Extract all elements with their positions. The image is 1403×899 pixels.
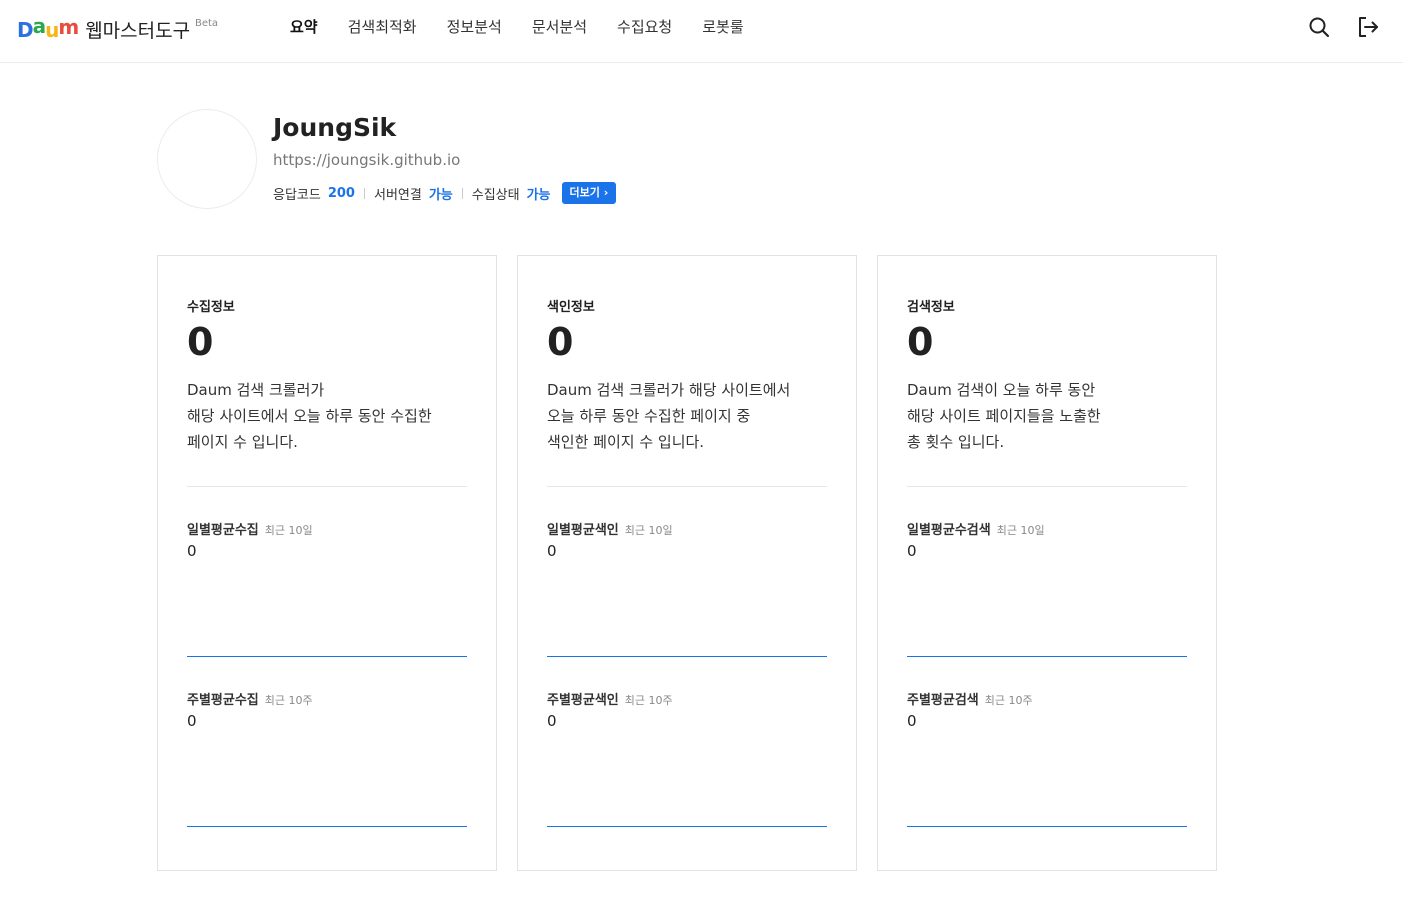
- weekly-average-value: 0: [547, 712, 557, 730]
- search-icon[interactable]: [1308, 16, 1330, 38]
- logo-text: 웹마스터도구: [85, 19, 191, 42]
- top-header: D a u m 웹마스터도구 Beta 요약 검색최적화 정보분석 문서분석 수…: [0, 0, 1403, 63]
- server-connection-label: 서버연결: [373, 187, 422, 203]
- weekly-average-chart-line: [907, 826, 1187, 827]
- weekly-average-chart-line: [547, 826, 827, 827]
- logo-letter-a: a: [32, 14, 46, 38]
- daily-average-title: 일별평균색인: [547, 523, 619, 538]
- daily-average-value: 0: [547, 542, 557, 560]
- status-divider: [461, 187, 463, 199]
- card-description: Daum 검색 크롤러가 해당 사이트에서 오늘 하루 동안 수집한 페이지 중…: [547, 381, 791, 451]
- weekly-average-label: 주별평균수집 최근 10주: [187, 689, 313, 708]
- collection-status-label: 수집상태: [471, 187, 520, 203]
- daily-average-value: 0: [907, 542, 917, 560]
- index-info-card: 색인정보 0 Daum 검색 크롤러가 해당 사이트에서 오늘 하루 동안 수집…: [517, 255, 857, 871]
- card-description: Daum 검색이 오늘 하루 동안 해당 사이트 페이지들을 노출한 총 횟수 …: [907, 381, 1101, 451]
- daily-average-label: 일별평균수집 최근 10일: [187, 519, 313, 538]
- card-count: 0: [547, 320, 574, 364]
- card-title: 검색정보: [907, 300, 955, 315]
- weekly-average-label: 주별평균검색 최근 10주: [907, 689, 1033, 708]
- response-code-value: 200: [327, 185, 355, 201]
- site-url[interactable]: https://joungsik.github.io: [273, 149, 460, 171]
- collection-status-value: 가능: [526, 187, 551, 203]
- logo-letter-m: m: [58, 15, 79, 39]
- logo-mark: D a u m: [17, 14, 79, 42]
- daily-average-period: 최근 10일: [996, 524, 1045, 537]
- main-nav: 요약 검색최적화 정보분석 문서분석 수집요청 로봇룰: [290, 17, 774, 37]
- nav-robot-rules[interactable]: 로봇룰: [702, 17, 743, 37]
- collection-info-card: 수집정보 0 Daum 검색 크롤러가 해당 사이트에서 오늘 하루 동안 수집…: [157, 255, 497, 871]
- daily-average-period: 최근 10일: [624, 524, 673, 537]
- weekly-average-chart-line: [187, 826, 467, 827]
- weekly-average-title: 주별평균색인: [547, 693, 619, 708]
- weekly-average-value: 0: [907, 712, 917, 730]
- response-code-label: 응답코드: [273, 187, 321, 203]
- beta-badge: Beta: [195, 18, 219, 29]
- logo-letter-u: u: [45, 18, 59, 42]
- site-avatar: [157, 109, 257, 209]
- weekly-average-period: 최근 10주: [264, 694, 313, 707]
- nav-info-analysis[interactable]: 정보분석: [447, 17, 502, 37]
- daily-average-period: 최근 10일: [264, 524, 313, 537]
- logo-letter-d: D: [17, 18, 34, 42]
- daily-average-title: 일별평균수집: [187, 523, 259, 538]
- daily-average-title: 일별평균수검색: [907, 523, 991, 538]
- nav-search-optimization[interactable]: 검색최적화: [348, 17, 417, 37]
- status-divider: [363, 187, 365, 199]
- weekly-average-period: 최근 10주: [624, 694, 673, 707]
- weekly-average-value: 0: [187, 712, 197, 730]
- site-name: JoungSik: [273, 113, 397, 142]
- daily-average-chart-line: [907, 656, 1187, 657]
- weekly-average-title: 주별평균수집: [187, 693, 259, 708]
- card-title: 수집정보: [187, 300, 235, 315]
- daily-average-value: 0: [187, 542, 197, 560]
- server-connection-value: 가능: [428, 187, 453, 203]
- daily-average-chart-line: [547, 656, 827, 657]
- card-count: 0: [907, 320, 934, 364]
- weekly-average-title: 주별평균검색: [907, 693, 979, 708]
- card-title: 색인정보: [547, 300, 595, 315]
- nav-collection-request[interactable]: 수집요청: [617, 17, 672, 37]
- site-status-row: 응답코드 200 서버연결 가능 수집상태 가능 더보기 ›: [273, 182, 617, 204]
- more-button[interactable]: 더보기 ›: [561, 182, 617, 204]
- weekly-average-label: 주별평균색인 최근 10주: [547, 689, 673, 708]
- daum-logo[interactable]: D a u m 웹마스터도구 Beta: [17, 14, 218, 42]
- search-info-card: 검색정보 0 Daum 검색이 오늘 하루 동안 해당 사이트 페이지들을 노출…: [877, 255, 1217, 871]
- logout-icon[interactable]: [1357, 16, 1379, 38]
- card-count: 0: [187, 320, 214, 364]
- chevron-right-icon: ›: [599, 186, 609, 199]
- weekly-average-period: 최근 10주: [984, 694, 1033, 707]
- card-divider: [547, 486, 827, 487]
- card-description: Daum 검색 크롤러가 해당 사이트에서 오늘 하루 동안 수집한 페이지 수…: [187, 381, 432, 451]
- nav-document-analysis[interactable]: 문서분석: [532, 17, 587, 37]
- card-divider: [187, 486, 467, 487]
- card-divider: [907, 486, 1187, 487]
- more-button-label: 더보기: [569, 186, 600, 199]
- daily-average-chart-line: [187, 656, 467, 657]
- daily-average-label: 일별평균수검색 최근 10일: [907, 519, 1045, 538]
- daily-average-label: 일별평균색인 최근 10일: [547, 519, 673, 538]
- nav-summary[interactable]: 요약: [290, 17, 318, 37]
